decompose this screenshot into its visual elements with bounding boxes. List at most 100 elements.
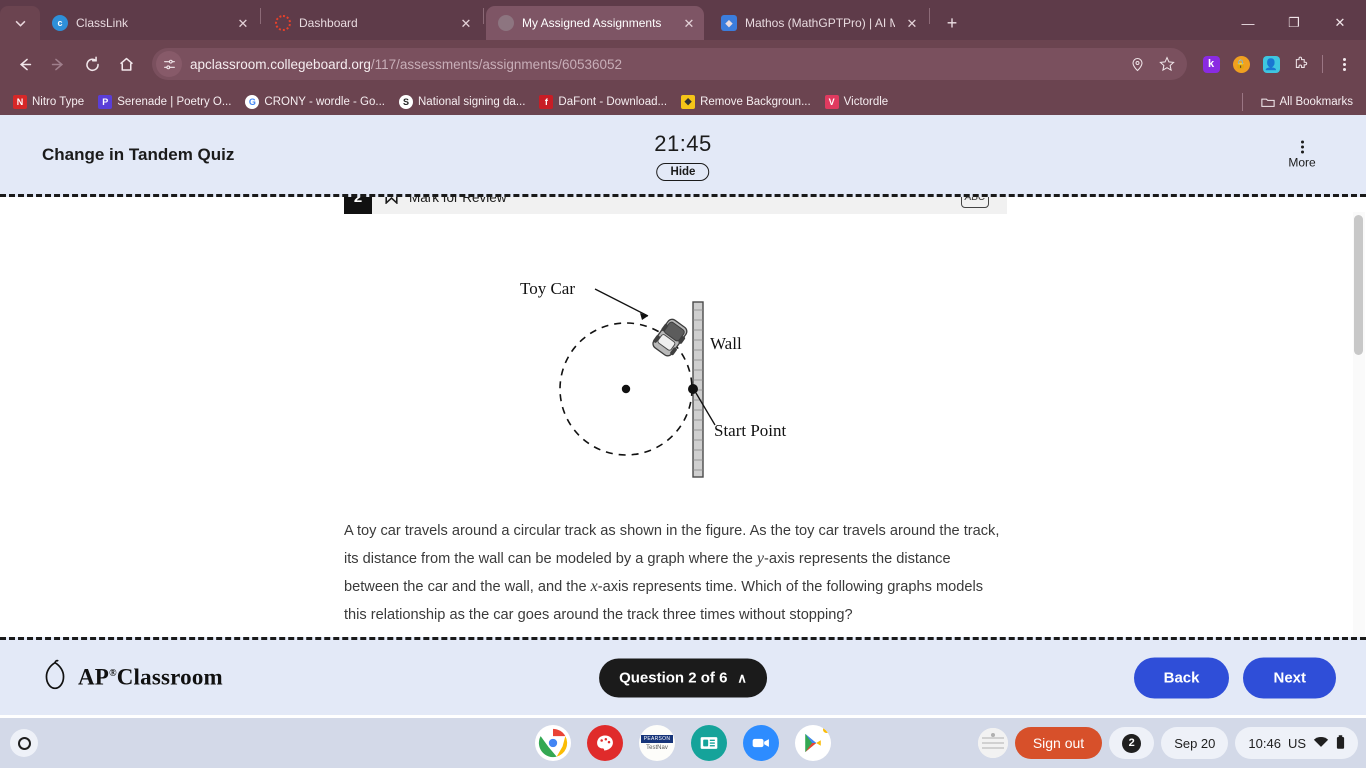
google-icon: G: [245, 94, 260, 109]
question-navigator-button[interactable]: Question 2 of 6 ∧: [599, 658, 767, 697]
shelf-locale: US: [1287, 735, 1306, 751]
palette-icon: [597, 735, 613, 751]
home-button[interactable]: [110, 48, 142, 80]
back-button[interactable]: Back: [1133, 657, 1230, 698]
figure-svg: Toy Car Wall Start Point: [520, 279, 787, 478]
maximize-button[interactable]: ❐: [1272, 7, 1316, 39]
minimize-button[interactable]: —: [1226, 7, 1270, 39]
victordle-icon: V: [824, 94, 839, 109]
update-badge: [823, 726, 830, 733]
browser-tab-mathos[interactable]: ◆ Mathos (MathGPTPro) | AI Mat ✕: [709, 6, 927, 40]
content-scrollbar[interactable]: [1353, 212, 1365, 637]
bookmark-victordle[interactable]: V Victordle: [818, 92, 896, 112]
bookmark-serenade-poetry[interactable]: P Serenade | Poetry O...: [91, 92, 238, 112]
bookmark-label: DaFont - Download...: [558, 95, 668, 108]
serenade-icon: P: [98, 94, 113, 109]
question-pill-label: Question 2 of 6: [619, 669, 728, 686]
quiz-header: Change in Tandem Quiz 21:45 Hide More: [0, 115, 1366, 197]
canvas-paint-app[interactable]: [587, 725, 623, 761]
browser-toolbar: apclassroom.collegeboard.org/117/assessm…: [0, 40, 1366, 88]
pearson-wordmark: PEARSON: [640, 735, 674, 743]
more-menu-button[interactable]: More: [1274, 140, 1330, 169]
more-label: More: [1288, 155, 1316, 169]
play-store-app[interactable]: [795, 725, 831, 761]
shelf-date: Sep 20: [1174, 735, 1216, 751]
address-bar[interactable]: apclassroom.collegeboard.org/117/assessm…: [152, 48, 1187, 80]
folder-icon: [1260, 95, 1275, 109]
page-title: Change in Tandem Quiz: [42, 144, 235, 164]
launcher-ring: [17, 736, 31, 750]
date-tray[interactable]: Sep 20: [1161, 727, 1229, 759]
pearson-testnav-app[interactable]: PEARSON TestNav: [639, 725, 675, 761]
system-tray: Sign out 2 Sep 20 10:46 US: [977, 727, 1358, 759]
all-bookmarks-button[interactable]: All Bookmarks: [1254, 92, 1361, 112]
chrome-app[interactable]: [535, 725, 571, 761]
browser-tab-dashboard[interactable]: Dashboard ✕: [263, 6, 481, 40]
bookmark-crony-wordle[interactable]: G CRONY - wordle - Go...: [238, 92, 392, 112]
wifi-icon: [1313, 736, 1329, 751]
bookmarks-divider: [1241, 92, 1243, 111]
chrome-icon: [538, 728, 568, 758]
bookmark-national-signing-day[interactable]: S National signing da...: [392, 92, 532, 112]
user-avatar[interactable]: [977, 728, 1008, 758]
bookmark-label: CRONY - wordle - Go...: [264, 95, 385, 108]
profile-badge-extension-icon[interactable]: 👤: [1257, 50, 1285, 78]
kebab-menu-icon: [1274, 140, 1330, 153]
tab-title: Mathos (MathGPTPro) | AI Mat: [745, 16, 895, 30]
chrome-menu-icon[interactable]: [1330, 50, 1358, 78]
back-nav-button[interactable]: [8, 48, 40, 80]
browser-tab-classlink[interactable]: c ClassLink ✕: [40, 6, 258, 40]
browser-tab-my-assigned-assignments[interactable]: My Assigned Assignments ✕: [486, 6, 704, 40]
hide-timer-button[interactable]: Hide: [656, 163, 710, 181]
ap-classroom-wordmark: AP®Classroom: [78, 665, 223, 691]
tab-divider: [260, 7, 261, 24]
google-classroom-app[interactable]: [691, 725, 727, 761]
zoom-app[interactable]: [743, 725, 779, 761]
timer-area: 21:45 Hide: [654, 131, 712, 181]
sign-out-button[interactable]: Sign out: [1014, 727, 1103, 759]
launcher-icon[interactable]: [10, 729, 38, 757]
window-controls: — ❐ ✕: [1226, 6, 1366, 40]
forward-nav-button[interactable]: [42, 48, 74, 80]
bookmark-label: Serenade | Poetry O...: [117, 95, 232, 108]
tab-close-button[interactable]: ✕: [234, 14, 252, 32]
tab-strip: c ClassLink ✕ Dashboard ✕ My Assigned As…: [0, 0, 1366, 40]
bookmark-label: National signing da...: [418, 95, 526, 108]
status-tray[interactable]: 10:46 US: [1235, 727, 1358, 759]
battery-icon: [1336, 734, 1345, 752]
variable-y: y: [756, 550, 765, 567]
arrow-left-icon: [19, 58, 31, 70]
kami-extension-icon[interactable]: k: [1197, 50, 1225, 78]
tab-search-button[interactable]: [0, 6, 40, 40]
mark-for-review-label[interactable]: Mark for Review: [409, 197, 507, 205]
reload-button[interactable]: [76, 48, 108, 80]
abc-annotate-icon[interactable]: ABC: [961, 197, 989, 208]
password-manager-extension-icon[interactable]: 🔒: [1227, 50, 1255, 78]
tab-title: ClassLink: [76, 16, 129, 30]
tab-title: My Assigned Assignments: [522, 16, 662, 30]
omnibox-actions: [1123, 50, 1181, 78]
bookmark-nitro-type[interactable]: N Nitro Type: [6, 92, 91, 112]
next-button[interactable]: Next: [1243, 657, 1336, 698]
question-scroll-area[interactable]: 2 Mark for Review ABC Toy Car Wall Start…: [0, 197, 1366, 637]
tab-close-button[interactable]: ✕: [457, 14, 475, 32]
bookmark-star-icon[interactable]: [1153, 50, 1181, 78]
bookmark-icon[interactable]: [384, 197, 399, 209]
tab-close-button[interactable]: ✕: [903, 14, 921, 32]
bookmark-remove-background[interactable]: ◆ Remove Backgroun...: [674, 92, 818, 112]
nitro-type-icon: N: [13, 94, 27, 109]
notification-tray[interactable]: 2: [1109, 727, 1155, 759]
dafont-icon: f: [539, 94, 554, 109]
new-tab-button[interactable]: +: [938, 9, 966, 37]
bookmark-dafont[interactable]: f DaFont - Download...: [532, 92, 674, 112]
toy-car-track-figure: Toy Car Wall Start Point: [500, 272, 920, 497]
ap-classroom-logo: AP®Classroom: [42, 659, 223, 696]
extensions-puzzle-icon[interactable]: [1287, 50, 1315, 78]
shelf-time: 10:46: [1248, 735, 1281, 751]
site-settings-icon[interactable]: [156, 51, 182, 77]
location-pin-icon[interactable]: [1123, 50, 1151, 78]
question-nav-buttons: Back Next: [1133, 657, 1336, 698]
scrollbar-thumb[interactable]: [1354, 215, 1363, 355]
tab-close-button[interactable]: ✕: [680, 14, 698, 32]
close-window-button[interactable]: ✕: [1318, 7, 1362, 39]
